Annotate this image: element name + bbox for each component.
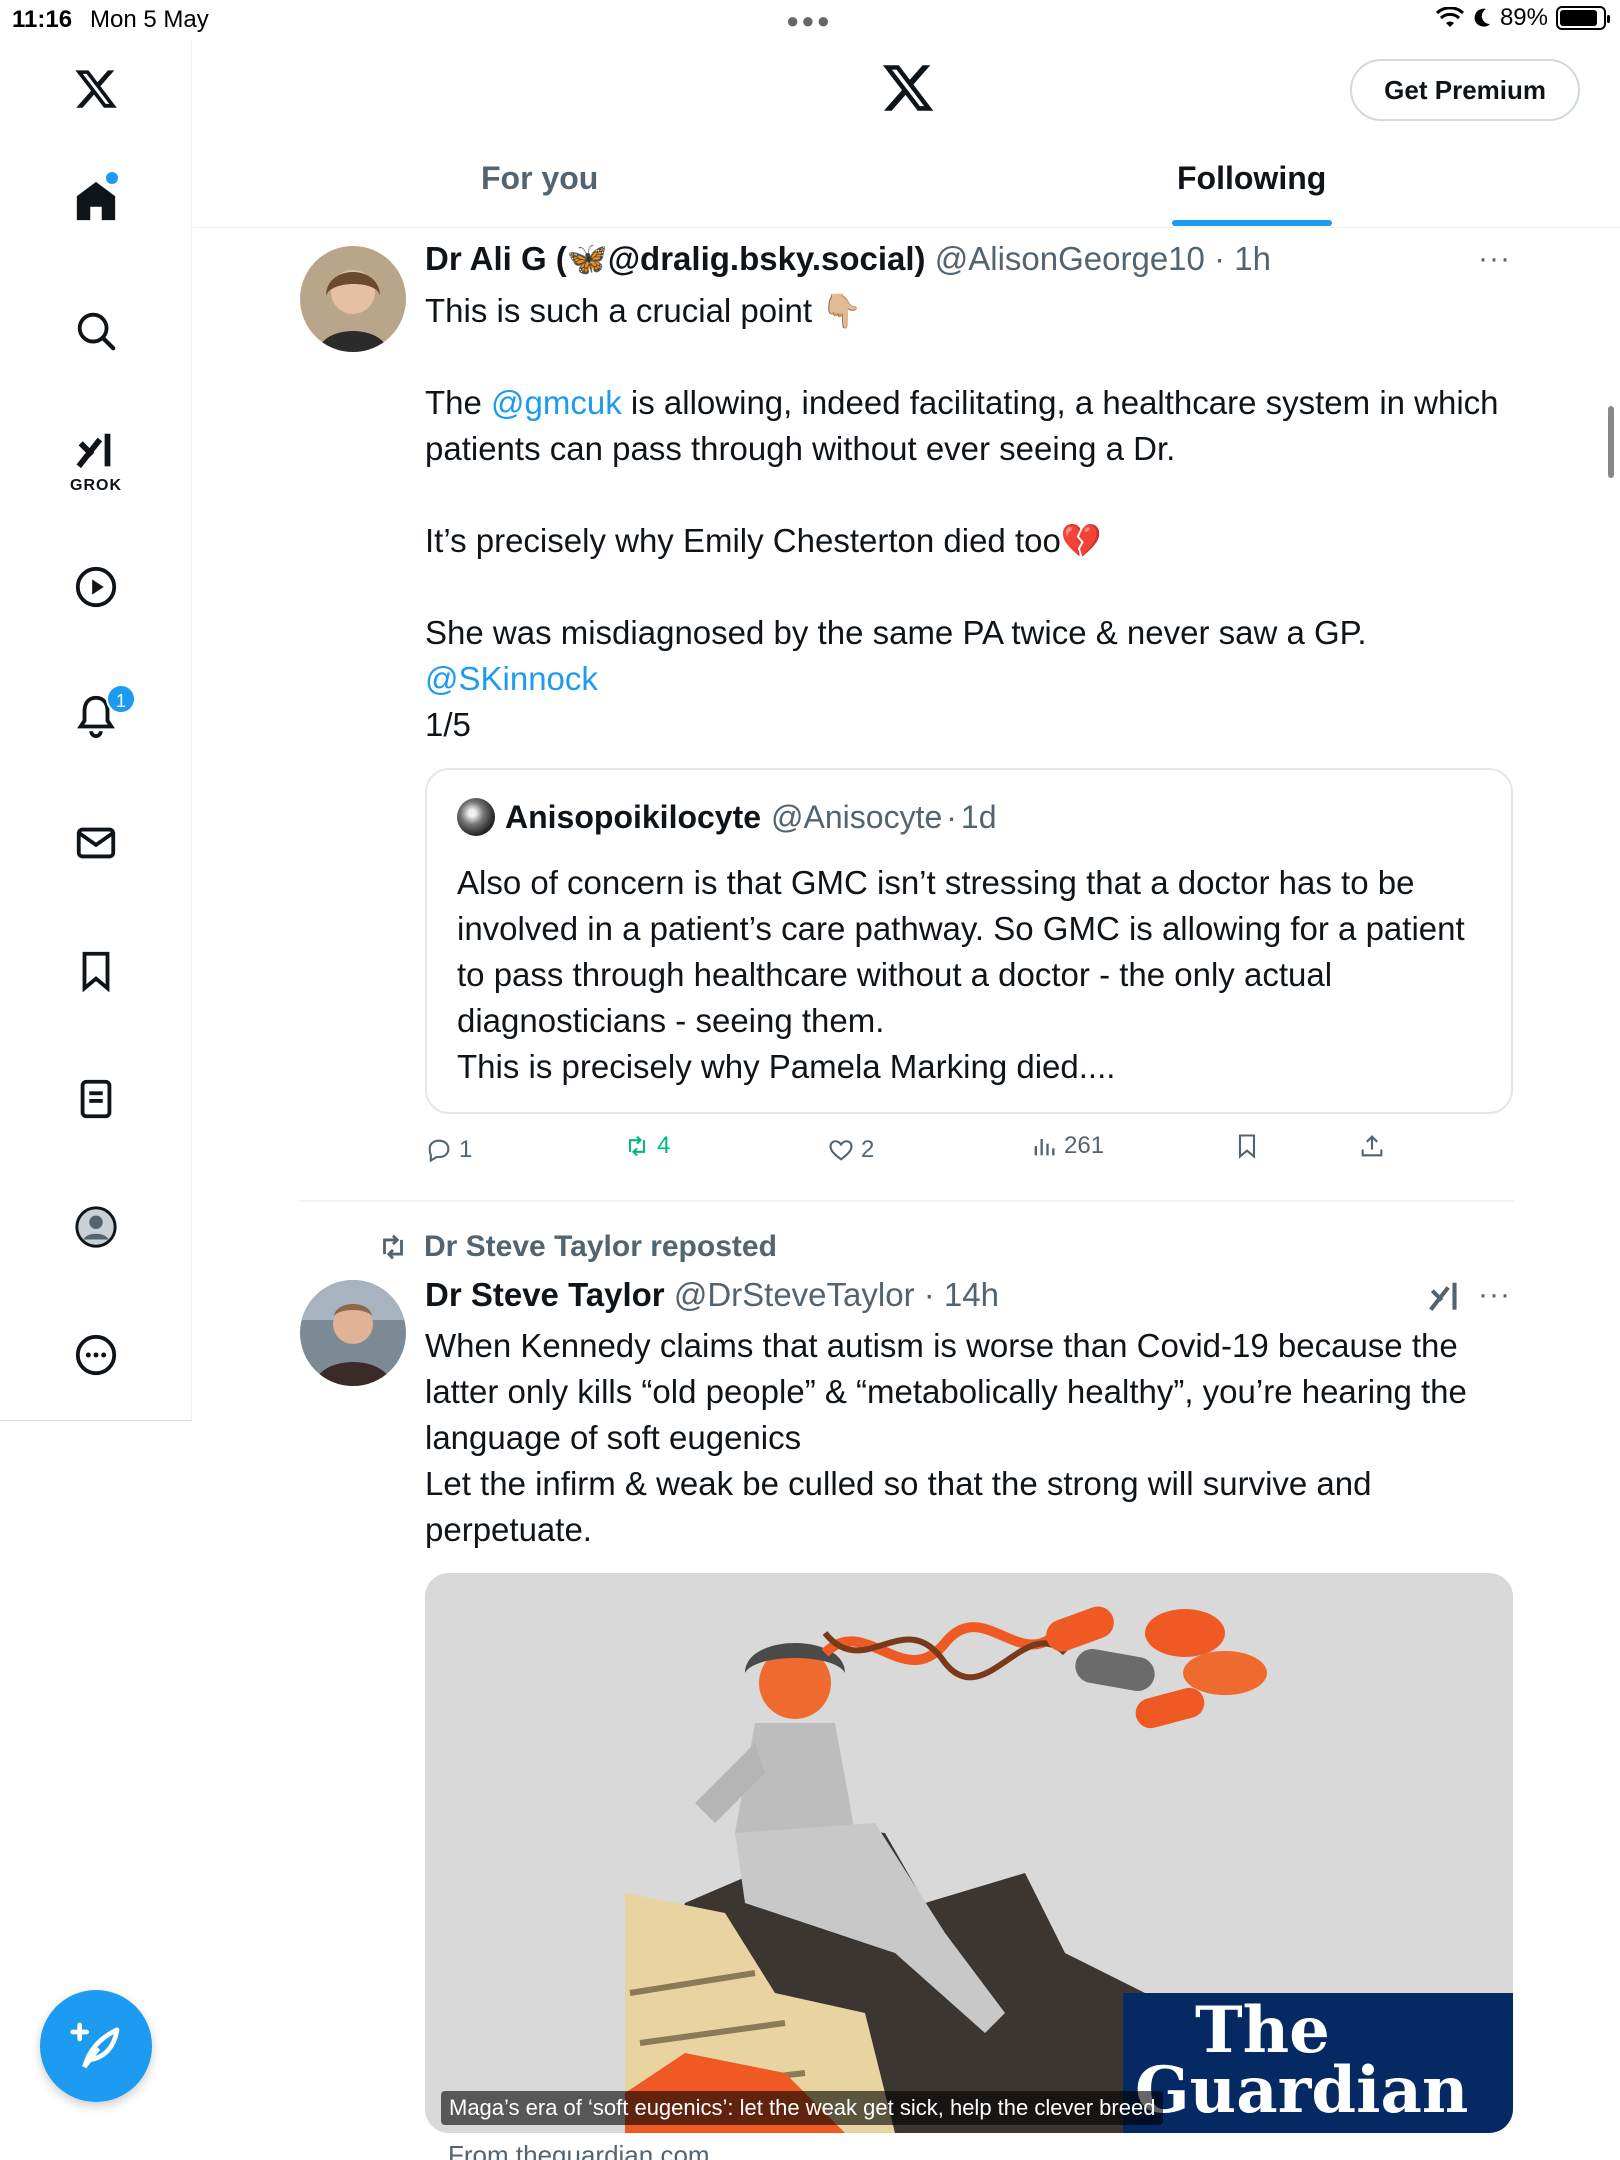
tweet-author-line: Dr Steve Taylor @DrSteveTaylor · 14h	[425, 1276, 999, 1313]
quote-avatar	[457, 798, 495, 836]
repost-icon	[383, 1234, 403, 1260]
reposted-by-label: Dr Steve Taylor reposted	[424, 1230, 777, 1263]
quote-time: 1d	[960, 798, 997, 835]
views-button[interactable]: 261	[1030, 1132, 1104, 1160]
heart-icon	[829, 1140, 853, 1161]
mention-link[interactable]: @SKinnock	[425, 660, 598, 697]
reply-icon	[428, 1139, 450, 1163]
quote-author-handle: @Anisocyte	[771, 798, 943, 835]
status-date: Mon 5 May	[90, 6, 209, 33]
repost-icon	[628, 1135, 646, 1157]
bookmark-tweet-button[interactable]	[1233, 1132, 1261, 1160]
quote-author-name: Anisopoikilocyte	[505, 798, 762, 835]
play-icon[interactable]	[65, 556, 127, 618]
avatar[interactable]	[300, 246, 406, 352]
grok-icon[interactable]	[65, 420, 127, 482]
status-bar: 11:16 Mon 5 May ●●● 89%	[0, 0, 1620, 40]
like-count: 2	[861, 1136, 875, 1163]
tab-for-you[interactable]: For you	[481, 160, 598, 197]
author-handle[interactable]: @AlisonGeorge10	[935, 240, 1205, 277]
moon-icon	[1474, 8, 1490, 27]
tweet-text: This is such a crucial point 👇🏼 The @gmc…	[425, 288, 1525, 748]
mail-icon[interactable]	[65, 812, 127, 874]
sidebar-divider	[0, 1420, 192, 1421]
bookmark-icon	[1238, 1134, 1256, 1159]
quote-text: Also of concern is that GMC isn’t stress…	[457, 864, 1465, 1085]
tweet-line: Let the infirm & weak be culled so that …	[425, 1465, 1372, 1548]
reply-button[interactable]: 1	[425, 1136, 472, 1164]
author-name[interactable]: Dr Steve Taylor	[425, 1276, 665, 1313]
battery-percent: 89%	[1499, 4, 1548, 31]
tweet-line: She was misdiagnosed by the same PA twic…	[425, 614, 1367, 651]
x-header-logo-icon[interactable]	[880, 60, 936, 116]
scrollbar[interactable]	[1608, 406, 1614, 478]
x-logo-icon[interactable]	[65, 58, 127, 120]
tweet-time[interactable]: 1h	[1234, 240, 1271, 277]
views-count: 261	[1064, 1132, 1105, 1159]
tweet-divider	[300, 1200, 1514, 1202]
home-unread-dot	[106, 172, 118, 184]
more-circle-icon[interactable]	[65, 1324, 127, 1386]
like-button[interactable]: 2	[827, 1136, 874, 1164]
link-source[interactable]: From theguardian.com	[448, 2140, 710, 2160]
repost-count: 4	[657, 1132, 671, 1159]
multitasking-dots-icon[interactable]: ●●●	[786, 8, 832, 34]
list-icon[interactable]	[65, 1068, 127, 1130]
grok-icon[interactable]	[1426, 1278, 1464, 1316]
repost-button[interactable]: 4	[623, 1132, 670, 1160]
active-tab-indicator	[1172, 220, 1332, 226]
notification-badge: 1	[106, 684, 136, 714]
battery-icon	[1556, 6, 1610, 30]
tweet-text: When Kennedy claims that autism is worse…	[425, 1323, 1525, 1553]
search-icon[interactable]	[65, 300, 127, 362]
tweet-line: It’s precisely why Emily Chesterton died…	[425, 522, 1102, 559]
thread-count: 1/5	[425, 706, 471, 743]
compose-plus-icon	[70, 2022, 120, 2069]
tweet-line: When Kennedy claims that autism is worse…	[425, 1327, 1467, 1456]
tab-following[interactable]: Following	[1177, 160, 1326, 197]
status-time: 11:16	[12, 6, 73, 33]
mention-link[interactable]: @gmcuk	[491, 384, 622, 421]
share-button[interactable]	[1358, 1132, 1386, 1160]
quoted-tweet[interactable]: Anisopoikilocyte @Anisocyte · 1d Also of c…	[425, 768, 1513, 1114]
reply-count: 1	[459, 1136, 473, 1163]
get-premium-button[interactable]: Get Premium	[1350, 59, 1580, 121]
tweet-actions: 1 4 2 261	[425, 1130, 1425, 1170]
author-name-suffix[interactable]: @dralig.bsky.social)	[608, 240, 926, 277]
link-card-image[interactable]: The Guardian Maga’s era of ‘soft eugenics…	[425, 1573, 1513, 2133]
profile-icon[interactable]	[65, 1196, 127, 1258]
timeline-header: Get Premium For you Following	[193, 40, 1620, 228]
tweet-line: The @gmcuk is allowing, indeed facilitat…	[425, 384, 1499, 467]
author-handle[interactable]: @DrSteveTaylor	[674, 1276, 915, 1313]
wifi-icon	[1435, 7, 1464, 27]
butterfly-emoji-icon: 🦋	[566, 240, 608, 277]
views-icon	[1034, 1139, 1055, 1156]
author-name[interactable]: Dr Ali G (	[425, 240, 567, 277]
grok-label: GROK	[70, 477, 122, 494]
avatar[interactable]	[300, 1280, 406, 1386]
bookmark-icon[interactable]	[65, 940, 127, 1002]
tweet-author-line: Dr Ali G (🦋@dralig.bsky.social) @AlisonG…	[425, 240, 1271, 277]
link-card-caption: Maga’s era of ‘soft eugenics’: let the w…	[441, 2091, 1164, 2125]
guardian-logo: The Guardian	[1123, 1993, 1513, 2133]
tweet-line: This is such a crucial point 👇🏼	[425, 292, 863, 329]
compose-button[interactable]	[40, 1990, 152, 2102]
share-icon	[1361, 1135, 1383, 1157]
tweet-time[interactable]: 14h	[944, 1276, 999, 1313]
more-options-icon[interactable]: ···	[1478, 242, 1511, 276]
repost-context[interactable]: Dr Steve Taylor reposted	[376, 1230, 777, 1264]
more-options-icon[interactable]: ···	[1478, 1278, 1511, 1312]
